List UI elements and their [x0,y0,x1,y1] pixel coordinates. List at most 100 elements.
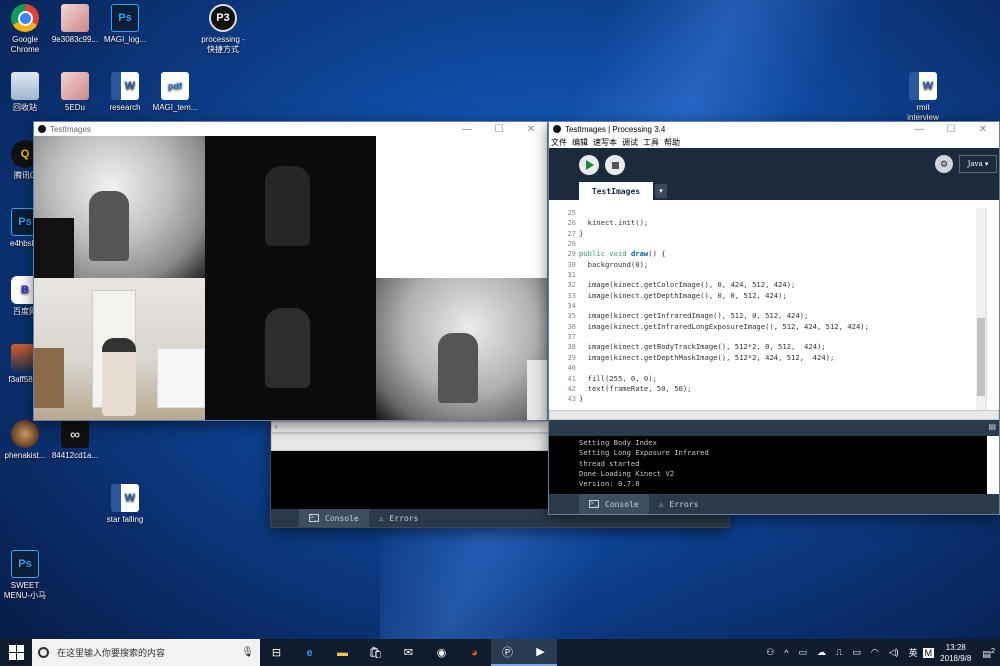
code-line[interactable]: public void draw() { [579,249,976,259]
menu-item[interactable]: 工具 [643,137,659,148]
processing-taskbar-icon[interactable]: Ⓟ [491,639,524,666]
mail-icon[interactable]: ✉ [392,639,425,666]
cortana-icon [38,647,49,658]
desktop-icon[interactable]: Ps SWEET MENU-小马 [0,550,60,601]
code-line[interactable]: text(frameRate, 50, 50); [579,384,976,394]
menu-item[interactable]: 速写本 [593,137,617,148]
minimize-button[interactable]: — [903,124,935,135]
code-line[interactable]: background(0); [579,260,976,270]
close-button[interactable]: ✕ [967,124,999,135]
desktop-icon[interactable]: pdf MAGI_tem... [140,72,210,113]
screen-icon[interactable]: ▭ [794,647,813,658]
menu-item[interactable]: 编辑 [572,137,588,148]
notification-icon[interactable]: ▤2 [977,646,1000,660]
wifi-icon[interactable]: ◠ [866,647,884,658]
line-number: 34 [567,301,576,311]
notification-count: 2 [990,645,995,655]
errors-tab-label: Errors [389,513,419,523]
back-console-tab[interactable]: >_ Console [299,509,369,527]
code-line[interactable]: fill(255, 0, 0); [579,374,976,384]
cloud-icon[interactable]: ☁ [812,647,831,658]
volume-icon[interactable]: ◁) [884,647,904,658]
code-line[interactable]: } [579,394,976,404]
code-line[interactable] [579,239,976,249]
code-text[interactable]: kinect.init();} public void draw() { back… [579,208,976,410]
clock-time: 13:28 [945,642,966,652]
console-options-icon[interactable]: ▤ [988,422,996,431]
ide-console-tabs: >_ Console ⚠ Errors [549,494,999,514]
firefox-icon[interactable]: ◕ [458,639,491,666]
sketch-titlebar[interactable]: TestImages — ☐ ✕ [34,122,547,136]
search-placeholder: 在这里输入你要搜索的内容 [57,648,166,658]
code-line[interactable]: image(kinect.getInfraredImage(), 512, 0,… [579,311,976,321]
errors-tab[interactable]: ⚠ Errors [649,494,709,514]
sketch-window[interactable]: TestImages — ☐ ✕ [33,121,548,421]
close-button[interactable]: ✕ [515,124,547,135]
ime-language[interactable]: 英 [904,646,923,659]
code-line[interactable]: kinect.init(); [579,218,976,228]
code-line[interactable]: image(kinect.getDepthMaskImage(), 512*2,… [579,353,976,363]
scroll-left-icon[interactable]: ‹ [275,422,278,431]
desktop-icon[interactable]: Wrmit interview [888,72,958,123]
back-errors-tab[interactable]: ⚠ Errors [369,509,429,527]
edge-icon[interactable]: e [293,639,326,666]
sketch-title: TestImages [50,124,91,134]
ide-titlebar[interactable]: TestImages | Processing 3.4 — ☐ ✕ [549,122,999,136]
mode-selector[interactable]: Java ▾ [959,155,997,173]
editor-scroll-thumb[interactable] [977,318,985,396]
stop-button[interactable] [605,155,625,175]
menu-item[interactable]: 文件 [551,137,567,148]
code-line[interactable]: image(kinect.getDepthImage(), 0, 0, 512,… [579,291,976,301]
code-line[interactable] [579,270,976,280]
line-number: 33 [567,290,576,300]
people-icon[interactable]: ⚇ [761,647,779,658]
code-line[interactable]: image(kinect.getBodyTrackImage(), 512*2,… [579,342,976,352]
infrared-image [205,136,376,278]
code-line[interactable]: image(kinect.getColorImage(), 0, 424, 51… [579,280,976,290]
line-number: 40 [567,363,576,373]
chrome-icon[interactable]: ◉ [425,639,458,666]
code-line[interactable] [579,332,976,342]
task-view-icon[interactable]: ⊟ [260,639,293,666]
menu-item[interactable]: 调试 [622,137,638,148]
minimize-button[interactable]: — [451,124,483,135]
processing-ide-window[interactable]: TestImages | Processing 3.4 — ☐ ✕ 文件 编辑 速写… [548,121,1000,515]
debugger-icon[interactable]: ⚙ [935,155,953,173]
maximize-button[interactable]: ☐ [483,124,515,135]
start-button[interactable] [0,639,32,666]
clock[interactable]: 13:28 2018/9/8 [934,642,977,664]
desktop-icon[interactable]: P3 processing - 快捷方式 [188,4,258,55]
desktop-icon[interactable]: Wstar falling [90,484,160,525]
console-line: Setting Body Index [579,438,657,447]
code-line[interactable] [579,301,976,311]
menu-item[interactable]: 帮助 [664,137,680,148]
maximize-button[interactable]: ☐ [935,124,967,135]
sketch-taskbar-icon[interactable]: ▶ [524,639,557,666]
editor-hscrollbar[interactable] [549,410,999,420]
tab-menu-arrow[interactable]: ▾ [655,184,667,198]
taskbar-search[interactable]: 在这里输入你要搜索的内容 🎙 [32,639,260,666]
show-hidden-icons[interactable]: ^ [779,648,793,658]
line-number: 30 [567,259,576,269]
code-line[interactable]: } [579,229,976,239]
store-icon[interactable]: 🛍 [359,639,392,666]
code-line[interactable]: image(kinect.getInfraredLongExposureImag… [579,322,976,332]
usb-icon[interactable]: ⎍ [831,647,847,658]
ime-mode[interactable]: M [922,647,935,658]
microphone-icon[interactable]: 🎙 [241,647,254,658]
editor-scrollbar[interactable] [976,208,986,410]
code-line[interactable] [579,208,976,218]
desktop-icon[interactable]: ∞ 84412cd1a... [40,420,110,461]
console-line: Done Loading Kinect V2 [579,469,675,479]
desktop-icon[interactable]: Ps MAGI_log... [90,4,160,45]
console-tab[interactable]: >_ Console [579,494,649,514]
code-line[interactable] [579,363,976,373]
battery-icon[interactable]: ▭ [847,647,866,658]
file-explorer-icon[interactable]: ▬ [326,639,359,666]
line-number: 42 [567,383,576,393]
code-editor[interactable]: 25 26 27 28 29 30 31 32 33 34 35 36 37 38 39 40 41 42 43 k… [549,208,987,410]
sketch-tab[interactable]: TestImages [579,182,653,200]
run-button[interactable] [579,155,599,175]
console-line: Setting Long Exposure Infrared [579,448,709,458]
console-icon: >_ [589,500,599,508]
